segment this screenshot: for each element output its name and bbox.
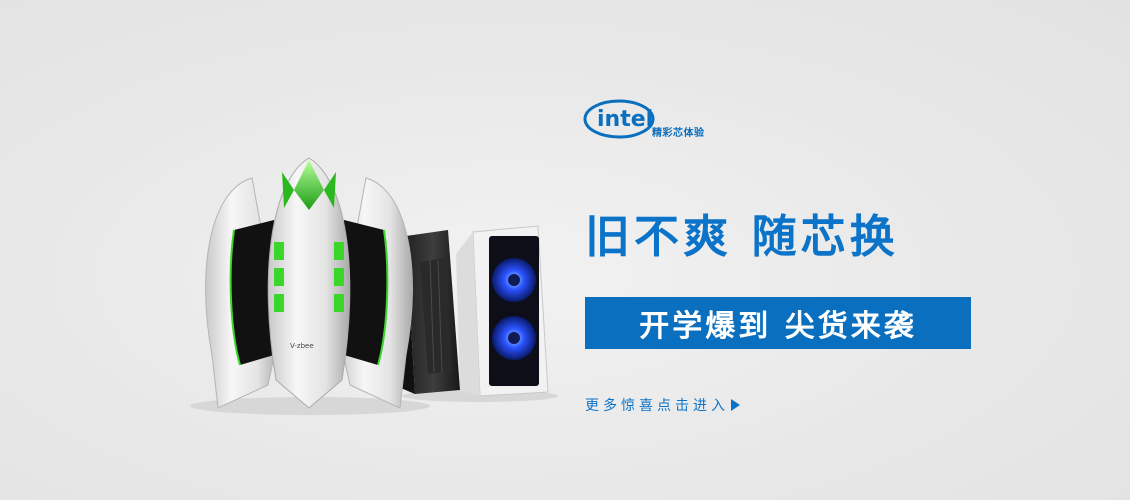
play-arrow-icon[interactable] [731,399,740,411]
rocket-case [205,157,413,409]
product-image: V-zbee [190,150,560,420]
headline: 旧不爽 随芯换 [585,210,899,263]
white-tower-case [456,225,549,397]
promo-banner[interactable]: V-zbee intel 精彩芯体验 旧不爽 随芯换 开学爆到 尖货来袭 更多惊… [0,0,1130,500]
subheadline-bar: 开学爆到 尖货来袭 [585,297,971,349]
intel-logo-text: intel [597,107,653,132]
cta-link[interactable]: 更多惊喜点击进入 [585,395,740,415]
intel-slogan: 精彩芯体验 [652,128,705,139]
cta-label[interactable]: 更多惊喜点击进入 [585,395,729,415]
subheadline-text: 开学爆到 尖货来袭 [639,309,917,344]
case-label: V-zbee [290,342,314,350]
computer-cases-illustration: V-zbee [190,157,558,415]
